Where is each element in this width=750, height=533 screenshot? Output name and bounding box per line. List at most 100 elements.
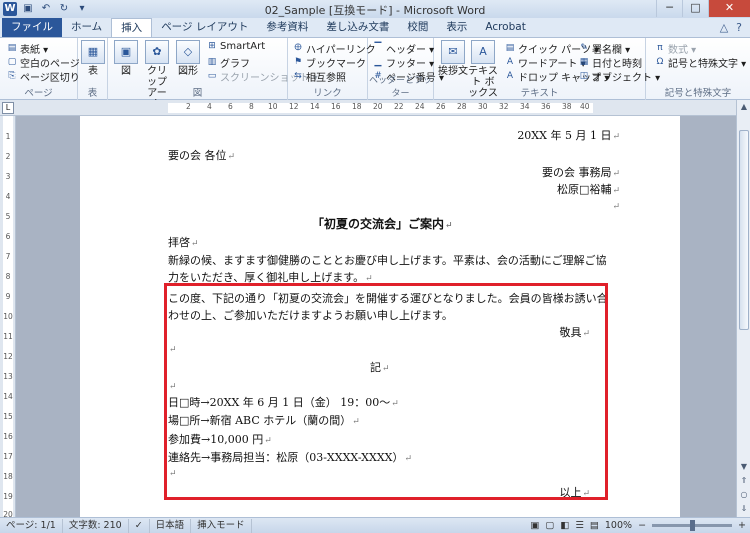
- symbol-button[interactable]: Ω 記号と特殊文字 ▾: [654, 55, 747, 70]
- omega-icon: Ω: [656, 57, 664, 67]
- vruler-mark: 13: [3, 372, 13, 381]
- sender-name-line[interactable]: 松原□裕輔↵: [557, 181, 620, 197]
- vertical-scrollbar[interactable]: ▲ ▼ ⇑ ○ ⇓: [736, 100, 750, 517]
- screenshot-icon: ▭: [207, 71, 217, 81]
- chart-icon: ▥: [207, 57, 217, 67]
- vertical-ruler[interactable]: 1 2 3 4 5 6 7 8 9 10 11 12 13 14 15 16 1…: [0, 116, 16, 519]
- qat-customize-icon[interactable]: ▾: [75, 2, 89, 16]
- scroll-up-icon[interactable]: ▲: [737, 100, 750, 114]
- group-label-illustrations: 図: [192, 88, 203, 99]
- group-page: ▤ 表紙 ▾ ▢ 空白のページ ⎘ ページ区切り ページ: [0, 38, 80, 100]
- hyperlink-button[interactable]: 🜨 ハイパーリンク: [292, 41, 375, 56]
- signature-icon: ✎: [580, 43, 588, 53]
- document-title[interactable]: 「初夏の交流会」ご案内↵: [312, 215, 453, 232]
- tab-references[interactable]: 参考資料: [257, 18, 317, 37]
- document-area[interactable]: 20XX 年 5 月 1 日↵ 要の会 各位↵ 要の会 事務局↵ 松原□裕輔↵ …: [16, 116, 736, 517]
- ruler-mark: 28: [457, 102, 467, 111]
- date-line[interactable]: 20XX 年 5 月 1 日↵: [517, 127, 620, 143]
- tab-page-layout[interactable]: ページ レイアウト: [152, 18, 257, 37]
- scroll-thumb[interactable]: [739, 130, 749, 330]
- view-web-layout-icon[interactable]: ◧: [560, 520, 569, 531]
- group-illustrations: ▣図 ✿クリップ アート ◇図形 ⊞SmartArt ▥グラフ ▭スクリーンショ…: [108, 38, 318, 110]
- shapes-button[interactable]: ◇ 図形: [176, 40, 200, 77]
- zoom-slider-thumb[interactable]: [690, 520, 696, 531]
- status-insert-mode[interactable]: 挿入モード: [191, 518, 252, 533]
- paragraph-mark-icon: ↵: [612, 202, 620, 212]
- signature-line-button[interactable]: ✎ 署名欄 ▾: [578, 41, 630, 56]
- sender-org-line[interactable]: 要の会 事務局↵: [542, 164, 620, 180]
- cover-page-button[interactable]: ▤ 表紙 ▾: [6, 41, 48, 56]
- ribbon: ▤ 表紙 ▾ ▢ 空白のページ ⎘ ページ区切り ページ ▦ 表 表 ▣ 図 ✿ クリップ …: [0, 38, 750, 110]
- save-icon[interactable]: ▣: [21, 2, 35, 16]
- body-line[interactable]: 新緑の候、ますます御健勝のこととお慶び申し上げます。平素は、会の活動にご理解ご協: [168, 252, 607, 268]
- close-button[interactable]: ✕: [708, 0, 750, 17]
- greeting-button[interactable]: ✉ 挨拶文: [438, 40, 468, 77]
- vruler-mark: 3: [5, 172, 11, 181]
- status-page-count[interactable]: ページ: 1/1: [0, 518, 63, 533]
- document-page[interactable]: 20XX 年 5 月 1 日↵ 要の会 各位↵ 要の会 事務局↵ 松原□裕輔↵ …: [80, 116, 680, 517]
- greeting-icon: ✉: [441, 40, 465, 64]
- group-label-links: リンク: [313, 88, 342, 99]
- view-outline-icon[interactable]: ☰: [575, 520, 584, 531]
- date-time-button[interactable]: ▦ 日付と時刻: [578, 55, 642, 70]
- picture-button[interactable]: ▣ 図: [114, 40, 138, 77]
- tab-insert[interactable]: 挿入: [111, 18, 153, 37]
- clipart-icon: ✿: [145, 40, 169, 64]
- ruler-mark: 32: [499, 102, 509, 111]
- tab-review[interactable]: 校閲: [398, 18, 437, 37]
- ruler-mark: 8: [249, 102, 254, 111]
- paragraph-mark-icon: ↵: [612, 186, 620, 196]
- table-button[interactable]: ▦ 表: [81, 40, 105, 77]
- proofing-icon[interactable]: ✓: [129, 518, 150, 533]
- tab-file[interactable]: ファイル: [2, 18, 62, 37]
- undo-icon[interactable]: ↶: [39, 2, 53, 16]
- vruler-mark: 1: [5, 132, 11, 141]
- wordart-icon: A: [506, 57, 514, 67]
- minimize-button[interactable]: ─: [656, 0, 682, 17]
- object-icon: ◫: [579, 71, 589, 81]
- zoom-slider[interactable]: [652, 520, 733, 531]
- footer-button[interactable]: ▁ フッター ▾: [372, 55, 435, 70]
- tab-home[interactable]: ホーム: [62, 18, 111, 37]
- cross-reference-button[interactable]: ⇆ 相互参照: [292, 69, 346, 84]
- help-icon[interactable]: ?: [736, 18, 742, 37]
- view-full-screen-icon[interactable]: ▢: [545, 520, 554, 531]
- recipient-line[interactable]: 要の会 各位↵: [168, 147, 235, 163]
- vruler-mark: 4: [5, 192, 11, 201]
- previous-page-icon[interactable]: ⇑: [737, 474, 750, 488]
- next-page-icon[interactable]: ⇓: [737, 502, 750, 516]
- wordart-button[interactable]: A ワードアート ▾: [504, 55, 586, 70]
- tab-mailings[interactable]: 差し込み文書: [317, 18, 398, 37]
- smartart-button[interactable]: ⊞ SmartArt: [206, 41, 265, 52]
- horizontal-ruler[interactable]: L 2 4 6 8 10 12 14 16 18 20 22 24 26 28 …: [0, 100, 750, 116]
- header-icon: ▔: [374, 43, 382, 53]
- word-logo-icon[interactable]: W: [3, 2, 17, 16]
- collapse-ribbon-icon[interactable]: △: [720, 18, 728, 37]
- vruler-mark: 9: [5, 292, 11, 301]
- scroll-down-icon[interactable]: ▼: [737, 460, 750, 474]
- browse-object-icon[interactable]: ○: [737, 488, 750, 502]
- blank-page-button[interactable]: ▢ 空白のページ: [6, 55, 80, 70]
- tab-selector-icon[interactable]: L: [2, 102, 14, 114]
- restore-button[interactable]: □: [682, 0, 708, 17]
- view-print-layout-icon[interactable]: ▣: [530, 520, 539, 531]
- page-break-button[interactable]: ⎘ ページ区切り: [6, 69, 79, 84]
- status-language[interactable]: 日本語: [150, 518, 192, 533]
- cover-page-icon: ▤: [7, 43, 17, 53]
- tab-view[interactable]: 表示: [437, 18, 476, 37]
- equation-button[interactable]: π 数式 ▾: [654, 41, 696, 56]
- greeting-line[interactable]: 拝啓↵: [168, 234, 199, 250]
- view-draft-icon[interactable]: ▤: [590, 520, 599, 531]
- zoom-out-icon[interactable]: −: [638, 520, 646, 531]
- tab-acrobat[interactable]: Acrobat: [476, 18, 535, 37]
- header-button[interactable]: ▔ ヘッダー ▾: [372, 41, 435, 56]
- zoom-in-icon[interactable]: +: [738, 520, 746, 531]
- tabs-right-controls: △ ?: [720, 18, 750, 37]
- chart-button[interactable]: ▥ グラフ: [206, 55, 250, 70]
- zoom-level[interactable]: 100%: [605, 520, 632, 531]
- redo-icon[interactable]: ↻: [57, 2, 71, 16]
- ruler-mark: 6: [228, 102, 233, 111]
- status-word-count[interactable]: 文字数: 210: [63, 518, 129, 533]
- bookmark-button[interactable]: ⚑ ブックマーク: [292, 55, 366, 70]
- empty-line[interactable]: ↵: [611, 199, 620, 212]
